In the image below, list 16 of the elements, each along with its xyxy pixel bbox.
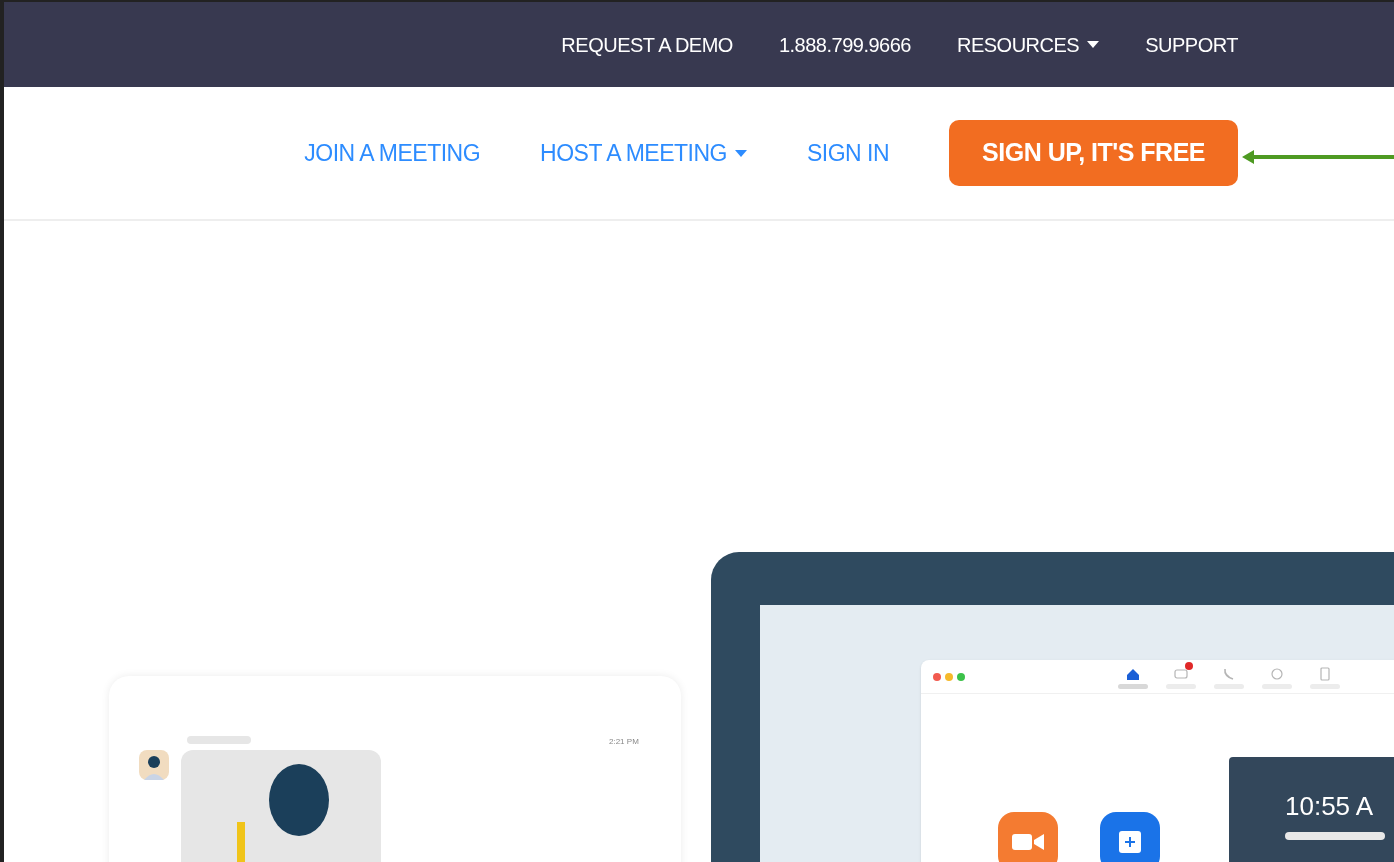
top-nav-link[interactable]: SUPPORT bbox=[1145, 29, 1238, 60]
clock-icon bbox=[1269, 666, 1285, 682]
window-controls-icon bbox=[933, 672, 965, 681]
top-nav-link[interactable]: REQUEST A DEMO bbox=[561, 29, 733, 60]
join-button-icon[interactable] bbox=[1100, 812, 1160, 862]
top-nav-link[interactable]: 1.888.799.9666 bbox=[778, 29, 911, 60]
clock-time: 10:55 A bbox=[1285, 790, 1375, 823]
chat-icon bbox=[1173, 666, 1189, 682]
contacts-icon bbox=[1317, 666, 1333, 682]
top-nav-link[interactable]: RESOURCES bbox=[956, 29, 1100, 60]
name-placeholder bbox=[187, 736, 251, 744]
message-time: 2:21 PM bbox=[609, 736, 639, 748]
label-placeholder bbox=[1118, 684, 1148, 689]
video-button-icon[interactable] bbox=[998, 812, 1058, 862]
home-icon bbox=[1125, 666, 1141, 682]
avatar-icon bbox=[139, 750, 169, 780]
